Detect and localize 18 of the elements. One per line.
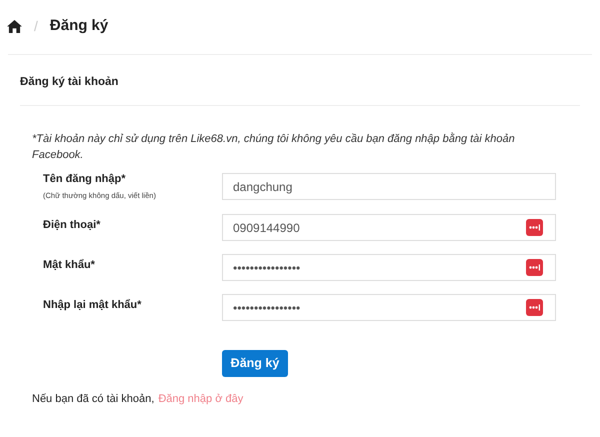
- note-text: *Tài khoản này chỉ sử dụng trên Like68.vn, chúng tôi không yêu cầu bạn đăng nhập bằng tài khoản Facebook.: [31, 132, 516, 163]
- breadcrumb-separator: /: [34, 17, 38, 36]
- password-manager-icon[interactable]: [526, 219, 543, 236]
- password-manager-icon[interactable]: [526, 259, 543, 276]
- home-icon[interactable]: [7, 20, 22, 32]
- register-button[interactable]: Đăng ký: [222, 350, 288, 377]
- input-field[interactable]: ••••••••••••••••: [222, 254, 556, 281]
- field-label: Nhập lại mật khẩu*: [43, 298, 142, 313]
- input-field[interactable]: dangchung: [222, 173, 556, 200]
- input-field[interactable]: 0909144990: [222, 214, 556, 241]
- breadcrumb-current: Đăng ký: [50, 16, 108, 36]
- field-label: Tên đăng nhập*: [43, 172, 126, 187]
- card-title: Đăng ký tài khoản: [20, 76, 118, 88]
- field-label: Mật khẩu*: [43, 258, 96, 273]
- input-field[interactable]: ••••••••••••••••: [222, 294, 556, 321]
- field-label: Điện thoại*: [43, 218, 102, 233]
- password-manager-icon[interactable]: [526, 299, 543, 316]
- footer-text: Nếu bạn đã có tài khoản,: [32, 392, 154, 407]
